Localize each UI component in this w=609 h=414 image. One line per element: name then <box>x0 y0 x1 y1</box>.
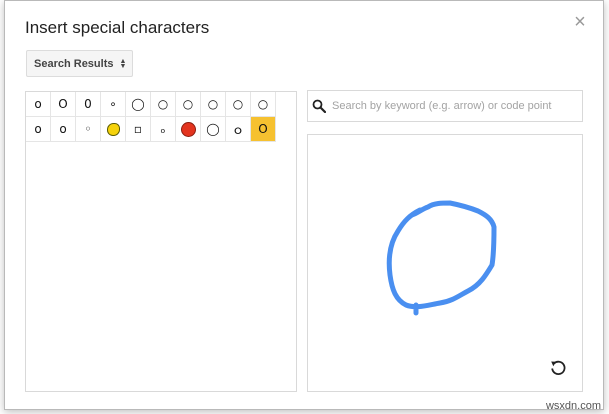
character-cell[interactable]: ｏ <box>226 117 251 142</box>
character-cell[interactable]: O <box>51 92 76 117</box>
character-glyph: ○ <box>257 97 269 111</box>
close-icon[interactable]: × <box>571 12 589 32</box>
results-grid: o O 0 ∘ ◯ ○ ○ ○ ○ ○ o о ◦ ▫ ₒ ◯ ｏ O <box>26 92 296 142</box>
character-glyph: o <box>34 97 42 111</box>
character-cell[interactable]: o <box>26 117 51 142</box>
character-cell[interactable]: O <box>251 117 276 142</box>
character-glyph: ○ <box>207 97 219 111</box>
character-cell[interactable]: ○ <box>226 92 251 117</box>
character-glyph: ◦ <box>84 122 92 136</box>
drawing-canvas[interactable] <box>307 134 583 392</box>
character-glyph: ◯ <box>206 122 220 136</box>
character-cell[interactable]: 0 <box>76 92 101 117</box>
search-box[interactable] <box>307 90 583 122</box>
character-cell[interactable]: ◯ <box>201 117 226 142</box>
character-glyph: ○ <box>157 97 169 111</box>
character-glyph: o <box>34 122 42 136</box>
watermark: wsxdn.com <box>545 400 601 412</box>
character-cell[interactable]: ○ <box>176 92 201 117</box>
dialog-title: Insert special characters <box>25 18 210 37</box>
character-glyph: ∘ <box>109 97 117 111</box>
search-input[interactable] <box>330 99 582 113</box>
character-glyph: ▫ <box>133 122 143 136</box>
character-glyph: 0 <box>84 97 92 111</box>
character-cell[interactable]: ₒ <box>151 117 176 142</box>
handwriting-stroke <box>386 200 497 316</box>
character-glyph: ○ <box>182 97 194 111</box>
character-cell[interactable] <box>101 117 126 142</box>
undo-icon[interactable] <box>548 358 568 378</box>
character-cell[interactable]: о <box>51 117 76 142</box>
character-cell[interactable]: ◯ <box>126 92 151 117</box>
character-cell[interactable]: ◦ <box>76 117 101 142</box>
character-cell[interactable]: ○ <box>201 92 226 117</box>
character-cell[interactable]: ∘ <box>101 92 126 117</box>
character-cell[interactable]: ○ <box>251 92 276 117</box>
category-dropdown-label: Search Results <box>34 57 114 70</box>
insert-special-characters-dialog: Insert special characters × Search Resul… <box>4 0 604 410</box>
character-cell[interactable]: o <box>26 92 51 117</box>
character-cell[interactable] <box>176 117 201 142</box>
character-cell[interactable]: ▫ <box>126 117 151 142</box>
red-circle-icon <box>180 121 196 137</box>
character-glyph: O <box>58 97 68 111</box>
category-dropdown[interactable]: Search Results ▲ ▼ <box>26 50 134 77</box>
character-glyph: о <box>59 122 67 136</box>
character-glyph: ₒ <box>160 122 166 136</box>
character-cell[interactable]: ○ <box>151 92 176 117</box>
search-icon <box>312 99 326 113</box>
lemon-icon <box>106 122 120 136</box>
results-panel: o O 0 ∘ ◯ ○ ○ ○ ○ ○ o о ◦ ▫ ₒ ◯ ｏ O <box>25 91 297 392</box>
updown-arrows-icon: ▲ ▼ <box>119 57 127 70</box>
character-glyph: ○ <box>232 97 244 111</box>
character-glyph: ｏ <box>231 122 244 137</box>
character-glyph: ◯ <box>131 97 145 111</box>
character-glyph: O <box>258 122 268 136</box>
